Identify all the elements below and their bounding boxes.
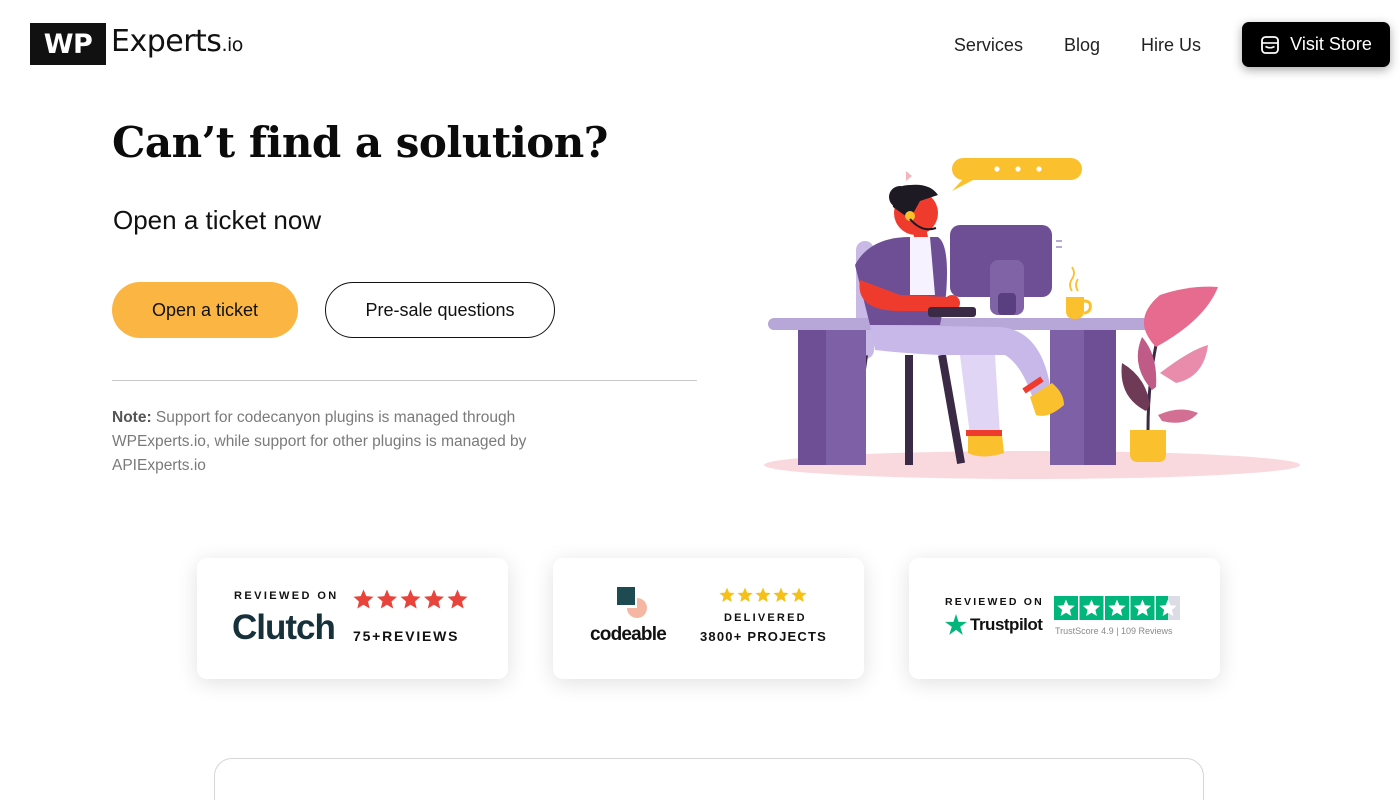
clutch-stars — [353, 589, 468, 609]
trustpilot-review-card[interactable]: REVIEWED ON Trustpilot TrustScore 4.9 | … — [909, 558, 1220, 679]
clutch-review-count: 75+REVIEWS — [353, 628, 460, 644]
clutch-review-card[interactable]: REVIEWED ON Clutch 75+REVIEWS — [197, 558, 508, 679]
site-logo[interactable]: WP Experts.io — [30, 23, 243, 65]
store-icon — [1261, 35, 1280, 54]
divider — [112, 380, 697, 381]
star-icon — [377, 589, 397, 609]
nav-services[interactable]: Services — [954, 23, 1023, 67]
codeable-project-count: 3800+ PROJECTS — [700, 629, 827, 644]
logo-mark: WP — [30, 23, 106, 65]
codeable-stars — [719, 587, 807, 602]
codeable-review-card[interactable]: codeable DELIVERED 3800+ PROJECTS — [553, 558, 864, 679]
star-icon — [719, 587, 735, 602]
visit-store-button[interactable]: Visit Store — [1242, 22, 1390, 67]
codeable-logo-icon — [617, 587, 647, 618]
support-agent-illustration — [764, 158, 1300, 479]
star-icon — [755, 587, 771, 602]
reviewed-on-label: REVIEWED ON — [945, 596, 1044, 608]
star-icon — [447, 589, 468, 609]
page-subtitle: Open a ticket now — [113, 205, 322, 235]
star-icon — [353, 589, 374, 609]
star-icon — [773, 587, 789, 602]
nav-blog[interactable]: Blog — [1064, 23, 1100, 67]
delivered-label: DELIVERED — [724, 612, 807, 624]
star-icon — [424, 589, 444, 609]
visit-store-label: Visit Store — [1290, 34, 1372, 54]
note-label: Note: — [112, 409, 152, 426]
codeable-logo: codeable — [590, 624, 667, 645]
trustpilot-star-icon — [945, 614, 967, 635]
star-icon — [400, 589, 421, 609]
pre-sale-questions-button[interactable]: Pre-sale questions — [325, 282, 555, 338]
ticket-form-panel — [214, 758, 1204, 800]
open-ticket-button[interactable]: Open a ticket — [112, 282, 298, 338]
star-icon — [791, 587, 807, 602]
main-nav: Services Blog Hire Us Visit Store — [954, 22, 1390, 67]
clutch-logo: Clutch — [232, 608, 336, 647]
trustpilot-stars — [1054, 596, 1180, 620]
trustpilot-score: TrustScore 4.9 | 109 Reviews — [1055, 626, 1173, 636]
reviewed-on-label: REVIEWED ON — [234, 590, 339, 602]
note-text: Support for codecanyon plugins is manage… — [112, 409, 527, 474]
page-title: Can’t find a solution? — [112, 118, 608, 167]
star-icon — [737, 587, 753, 602]
trustpilot-logo: Trustpilot — [945, 614, 1043, 635]
logo-text: Experts.io — [111, 24, 243, 59]
support-note: Note: Support for codecanyon plugins is … — [112, 406, 592, 478]
nav-hire-us[interactable]: Hire Us — [1141, 23, 1201, 67]
